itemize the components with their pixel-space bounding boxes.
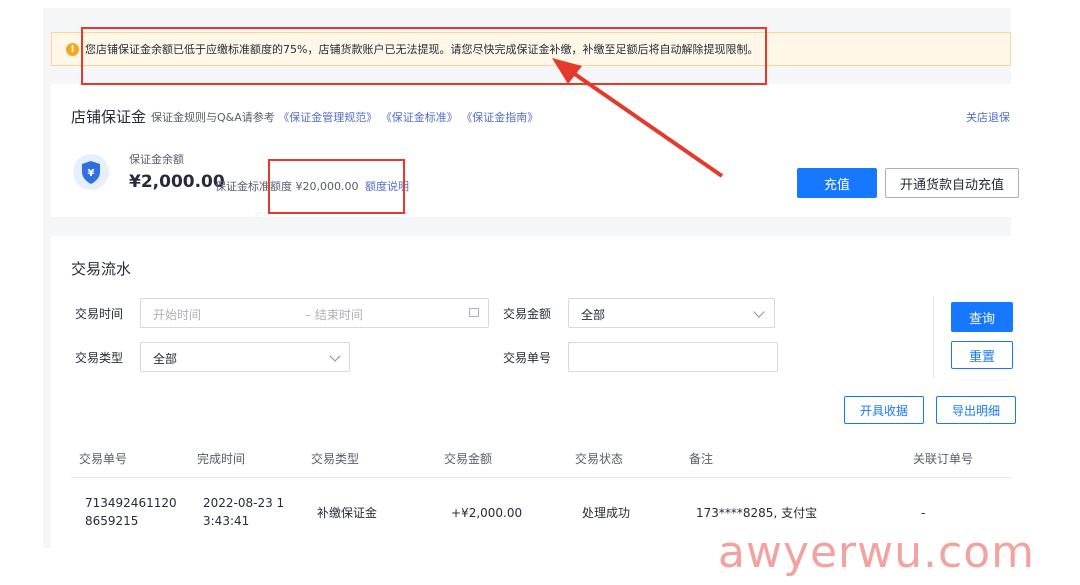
row-time: 2022-08-23 1 3:43:41 — [203, 494, 284, 530]
calendar-icon[interactable] — [469, 308, 479, 317]
recharge-button[interactable]: 充值 — [797, 168, 877, 198]
order-number-input[interactable] — [568, 342, 778, 372]
start-time-placeholder: 开始时间 — [153, 308, 202, 322]
row-amount: +¥2,000.00 — [451, 506, 523, 520]
deposit-rules: 保证金规则与Q&A请参考 《保证金管理规范》 《保证金标准》 《保证金指南》 — [151, 109, 538, 125]
col-related-order: 关联订单号 — [913, 452, 974, 466]
transactions-title: 交易流水 — [71, 260, 132, 278]
svg-text:¥: ¥ — [88, 168, 95, 179]
col-order-no: 交易单号 — [79, 452, 128, 466]
time-label: 交易时间 — [75, 307, 124, 321]
col-note: 备注 — [689, 452, 714, 466]
header-divider — [71, 477, 1011, 478]
auto-recharge-button[interactable]: 开通货款自动充值 — [885, 168, 1019, 198]
order-label: 交易单号 — [503, 351, 552, 365]
amount-label: 交易金额 — [503, 307, 552, 321]
transactions-card: 交易流水 交易时间 开始时间 – 结束时间 交易金额 全部 交易类型 全部 交易… — [51, 236, 1016, 548]
amount-select-value: 全部 — [581, 308, 606, 322]
balance-label: 保证金余额 — [129, 153, 184, 166]
col-type: 交易类型 — [311, 452, 360, 466]
watermark-text: awyerwu.com — [718, 527, 1035, 578]
row-status: 处理成功 — [582, 506, 631, 520]
deposit-card: 店铺保证金 保证金规则与Q&A请参考 《保证金管理规范》 《保证金标准》 《保证… — [51, 84, 1019, 217]
row-type: 补缴保证金 — [317, 506, 378, 520]
row-related-order: - — [921, 506, 926, 520]
type-select-value: 全部 — [153, 352, 178, 366]
chevron-down-icon — [753, 306, 765, 318]
shield-yuan-icon: ¥ — [73, 154, 109, 190]
col-time: 完成时间 — [197, 452, 246, 466]
order-no-line2: 8659215 — [85, 514, 139, 528]
date-range-input[interactable]: 开始时间 – 结束时间 — [140, 298, 489, 328]
annotation-box-quota — [268, 159, 405, 214]
deposit-title: 店铺保证金 — [71, 108, 147, 126]
row-note: 173****8285, 支付宝 — [696, 506, 818, 520]
type-label: 交易类型 — [75, 351, 124, 365]
col-amount: 交易金额 — [444, 452, 493, 466]
row-order-no: 713492461120 8659215 — [85, 494, 177, 530]
link-deposit-guide[interactable]: 《保证金指南》 — [461, 111, 538, 124]
reset-button[interactable]: 重置 — [951, 341, 1013, 369]
warning-icon: ! — [66, 42, 79, 56]
link-deposit-standard[interactable]: 《保证金标准》 — [381, 111, 458, 124]
chevron-down-icon — [329, 350, 341, 362]
link-management-rules[interactable]: 《保证金管理规范》 — [278, 111, 377, 124]
query-button[interactable]: 查询 — [951, 302, 1013, 332]
type-select[interactable]: 全部 — [140, 342, 350, 372]
filter-divider — [933, 296, 934, 378]
annotation-box-alert — [81, 27, 767, 85]
close-store-link[interactable]: 关店退保 — [966, 109, 1010, 125]
col-status: 交易状态 — [575, 452, 624, 466]
balance-value: ¥2,000.00 — [129, 172, 225, 192]
time-line2: 3:43:41 — [203, 514, 250, 528]
receipt-button[interactable]: 开具收据 — [844, 396, 924, 424]
end-time-placeholder: – 结束时间 — [305, 308, 363, 322]
export-button[interactable]: 导出明细 — [936, 396, 1016, 424]
rules-prefix: 保证金规则与Q&A请参考 — [151, 111, 275, 124]
time-line1: 2022-08-23 1 — [203, 496, 285, 510]
order-no-line1: 713492461120 — [85, 496, 177, 510]
amount-select[interactable]: 全部 — [568, 298, 775, 328]
